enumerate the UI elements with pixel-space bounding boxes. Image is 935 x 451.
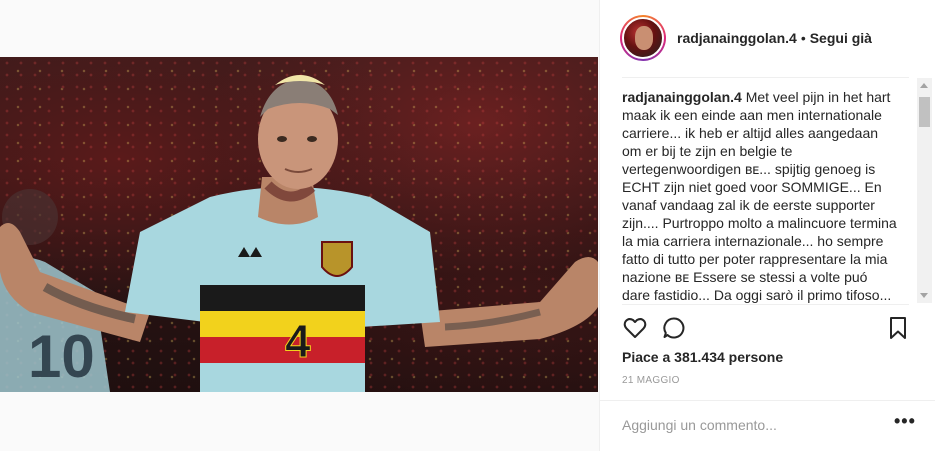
caption-divider — [622, 304, 909, 305]
bookmark-icon[interactable] — [885, 315, 911, 341]
post-photo[interactable]: 10 4 — [0, 57, 598, 392]
avatar-image — [622, 17, 664, 59]
likes-suffix: persone — [724, 349, 784, 365]
jersey-number: 4 — [285, 315, 311, 367]
caption-scroll-area[interactable]: radjanainggolan.4 Met veel pijn in het h… — [622, 88, 914, 303]
svg-text:10: 10 — [28, 323, 95, 390]
post-header: radjanainggolan.4 • Segui già — [600, 0, 935, 77]
caption-username[interactable]: radjanainggolan.4 — [622, 89, 742, 105]
likes-count[interactable]: Piace a 381.434 persone — [622, 349, 783, 365]
header-username[interactable]: radjanainggolan.4 — [677, 30, 797, 46]
post-side-panel: radjanainggolan.4 • Segui già radjanainggo… — [599, 0, 935, 451]
scroll-thumb[interactable] — [919, 97, 930, 127]
caption-scrollbar[interactable] — [917, 78, 932, 303]
caption: radjanainggolan.4 Met veel pijn in het h… — [622, 88, 898, 303]
header-divider — [622, 77, 909, 78]
more-options-icon[interactable]: ••• — [894, 411, 916, 432]
scroll-down-arrow-icon[interactable] — [920, 293, 928, 298]
player-illustration: 10 4 — [0, 75, 598, 392]
action-bar — [622, 315, 914, 345]
comment-bar: ••• — [600, 400, 935, 451]
scroll-up-arrow-icon[interactable] — [920, 83, 928, 88]
heart-icon[interactable] — [622, 315, 648, 341]
caption-text: Met veel pijn in het hart maak ik een ei… — [622, 89, 897, 303]
likes-prefix: Piace a — [622, 349, 675, 365]
photo-area: 10 4 — [0, 0, 600, 451]
avatar[interactable] — [620, 15, 666, 61]
following-button[interactable]: Segui già — [810, 30, 872, 46]
header-separator: • — [800, 30, 806, 46]
comment-input[interactable] — [622, 415, 882, 435]
post-date[interactable]: 21 MAGGIO — [622, 375, 680, 386]
likes-number: 381.434 — [674, 349, 725, 365]
header-line: radjanainggolan.4 • Segui già — [677, 30, 872, 46]
comment-bubble-icon[interactable] — [661, 315, 687, 341]
